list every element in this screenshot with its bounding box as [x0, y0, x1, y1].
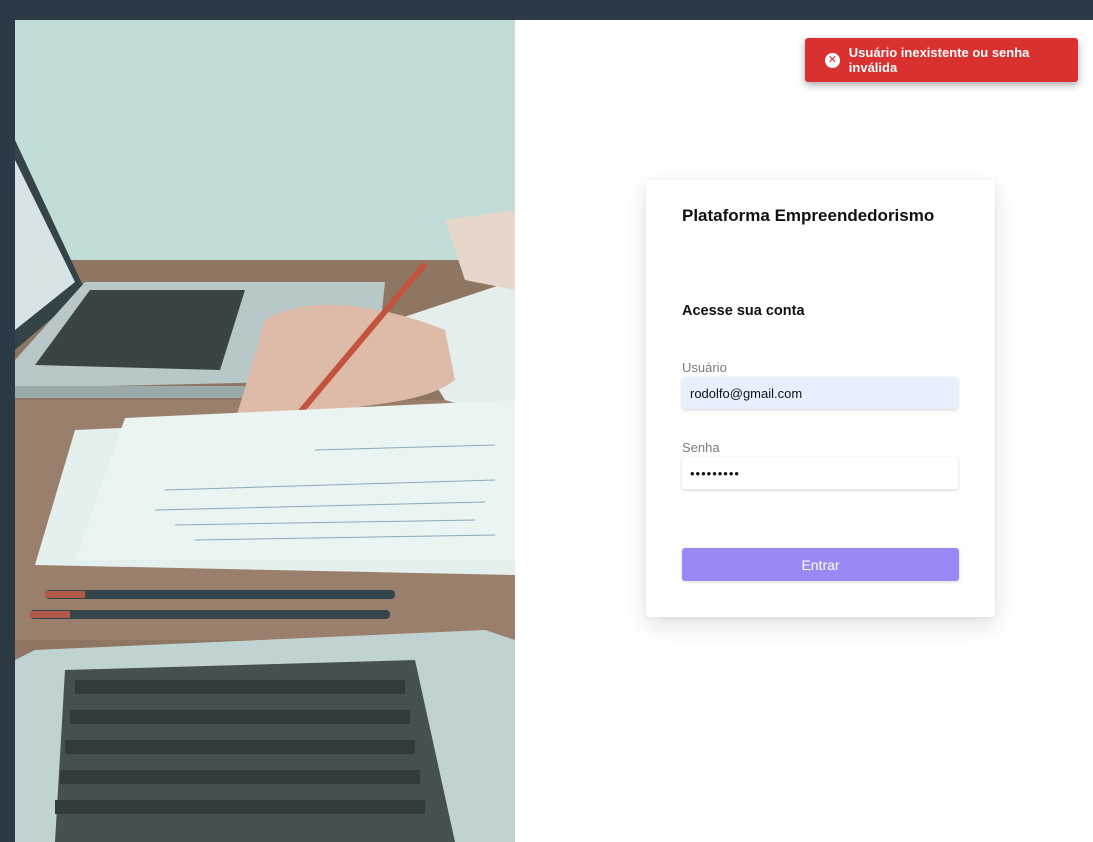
password-label: Senha	[682, 440, 720, 455]
error-circle-x-icon: ✕	[825, 52, 840, 68]
hero-image	[15, 20, 515, 842]
app-frame: ✕ Usuário inexistente ou senha inválida …	[15, 20, 1093, 842]
platform-title: Plataforma Empreendedorismo	[682, 206, 935, 225]
login-subtitle: Acesse sua conta	[682, 303, 805, 319]
password-input[interactable]	[682, 457, 958, 489]
login-button[interactable]: Entrar	[682, 548, 959, 581]
login-card: Plataforma Empreendedorismo Acesse sua c…	[646, 180, 995, 617]
toast-message: Usuário inexistente ou senha inválida	[848, 45, 1030, 75]
username-input[interactable]	[682, 377, 958, 409]
username-label: Usuário	[682, 360, 727, 375]
error-toast[interactable]: ✕ Usuário inexistente ou senha inválida	[805, 38, 1078, 82]
